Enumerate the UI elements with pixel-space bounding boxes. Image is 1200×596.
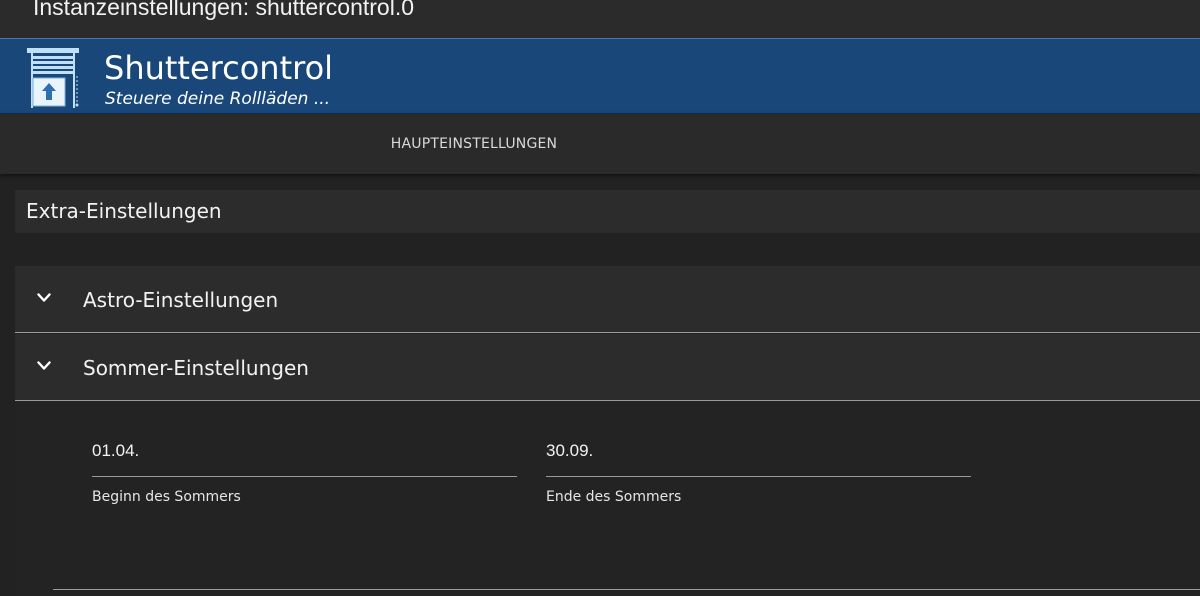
section-title: Extra-Einstellungen [26,199,222,223]
tab-bar: HAUPTEINSTELLUNGEN [0,114,1200,174]
divider [53,589,1200,590]
window-shutter-up-icon [27,48,79,108]
window-title: Instanzeinstellungen: shuttercontrol.0 [33,0,415,20]
panel-label: Astro-Einstellungen [83,288,279,312]
panel-summer-settings[interactable]: Sommer-Einstellungen [15,334,1200,401]
adapter-subtitle: Steuere deine Rollläden ... [105,89,331,109]
summer-settings-content: 01.04. Beginn des Sommers 30.09. Ende de… [15,402,1200,596]
tab-haupteinstellungen[interactable]: HAUPTEINSTELLUNGEN [355,114,593,174]
summer-end-label: Ende des Sommers [546,489,682,505]
chevron-down-icon [37,361,51,370]
summer-begin-label: Beginn des Sommers [92,489,241,505]
panel-label: Sommer-Einstellungen [83,356,309,380]
adapter-title: Shuttercontrol [104,49,334,87]
window-title-bar: Instanzeinstellungen: shuttercontrol.0 [0,0,1200,39]
chevron-down-icon [37,293,51,302]
panel-astro-settings[interactable]: Astro-Einstellungen [15,266,1200,333]
summer-begin-input[interactable]: 01.04. [92,402,517,477]
summer-end-input[interactable]: 30.09. [546,402,971,477]
section-header: Extra-Einstellungen [15,190,1200,233]
adapter-banner: Shuttercontrol Steuere deine Rollläden .… [0,38,1200,114]
